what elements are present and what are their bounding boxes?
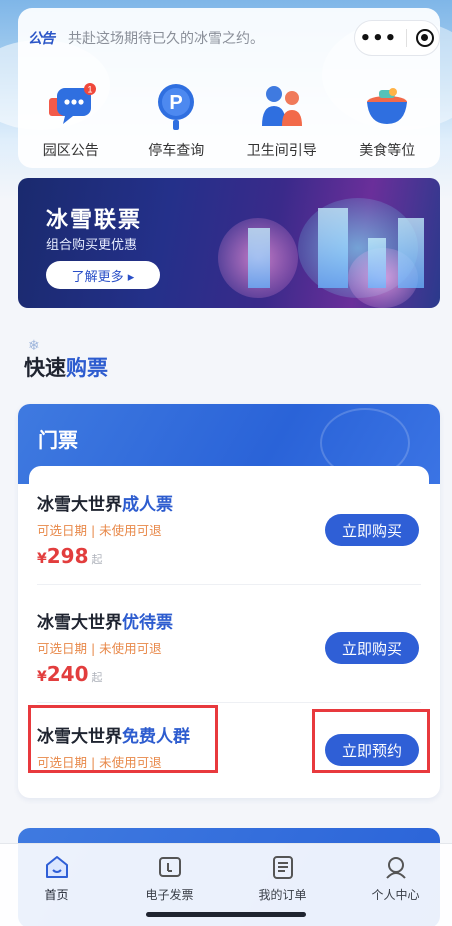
currency-symbol: ¥ [37, 551, 47, 567]
ticket-item-adult[interactable]: 冰雪大世界成人票 可选日期 | 未使用可退 ¥298 起 立即购买 [29, 466, 429, 582]
more-options-icon[interactable]: ••• [360, 28, 398, 49]
banner-title: 冰雪联票 [46, 208, 143, 233]
user-icon [383, 854, 409, 880]
price-suffix: 起 [91, 553, 103, 566]
ticket-name-highlight: 优待票 [122, 613, 173, 633]
price-value: 240 [46, 662, 89, 686]
ticket-card-title: 门票 [38, 428, 78, 452]
ticket-price: ¥298 起 [37, 544, 103, 568]
svg-text:P: P [170, 92, 183, 114]
tab-label: 个人中心 [371, 888, 420, 902]
section-title-part1: 快速 [24, 356, 66, 380]
ice-sculpture [368, 238, 386, 288]
highlight-box-reserve-button [312, 709, 430, 773]
banner-subtitle: 组合购买更优惠 [46, 238, 138, 253]
ticket-name-prefix: 冰雪大世界 [37, 613, 122, 633]
notification-badge: 1 [87, 85, 92, 95]
tab-profile[interactable]: 个人中心 [339, 844, 452, 926]
miniprogram-capsule: ••• [354, 20, 440, 56]
food-bowl-icon [359, 80, 415, 132]
notice-text: 共赴这场期待已久的冰雪之约。 [68, 31, 264, 47]
tab-home[interactable]: 首页 [0, 844, 113, 926]
ticket-name-highlight: 成人票 [122, 495, 173, 515]
price-value: 298 [46, 544, 89, 568]
notice-bar[interactable]: 公告 共赴这场期待已久的冰雪之约。 [28, 28, 264, 48]
ticket-name-prefix: 冰雪大世界 [37, 495, 122, 515]
quick-action-restroom[interactable]: 卫生间引导 [232, 80, 332, 160]
restroom-icon [254, 80, 310, 132]
quick-action-food[interactable]: 美食等位 [337, 80, 437, 160]
invoice-icon [157, 854, 183, 880]
tab-label: 电子发票 [145, 888, 194, 902]
quick-action-announcement[interactable]: 1 园区公告 [21, 80, 121, 160]
notice-tag: 公告 [28, 31, 55, 47]
buy-now-button[interactable]: 立即购买 [325, 514, 419, 546]
home-indicator [146, 912, 306, 917]
combo-ticket-banner[interactable]: 冰雪联票 组合购买更优惠 了解更多 ▸ [18, 178, 440, 308]
quick-action-label: 卫生间引导 [246, 143, 317, 159]
home-icon [44, 854, 70, 880]
top-card: 公告 共赴这场期待已久的冰雪之约。 ••• 1 园区公告 P 停车查询 卫生间引… [18, 8, 440, 168]
price-suffix: 起 [91, 671, 103, 684]
ticket-name: 冰雪大世界优待票 [37, 608, 173, 633]
tab-label: 我的订单 [258, 888, 307, 902]
ticket-conditions: 可选日期 | 未使用可退 [37, 523, 162, 538]
section-title: 快速购票 [24, 352, 108, 382]
quick-action-label: 美食等位 [359, 143, 416, 159]
highlight-box-ticket-name [28, 705, 218, 773]
tab-label: 首页 [44, 888, 69, 902]
ticket-price: ¥240 起 [37, 662, 103, 686]
ticket-item-discount[interactable]: 冰雪大世界优待票 可选日期 | 未使用可退 ¥240 起 立即购买 [29, 584, 429, 700]
close-miniprogram-icon[interactable] [416, 29, 435, 47]
announcement-chat-icon: 1 [43, 80, 99, 132]
quick-action-label: 园区公告 [42, 143, 99, 159]
ice-sculpture [398, 218, 424, 288]
ice-sculpture [248, 228, 270, 288]
buy-now-button[interactable]: 立即购买 [325, 632, 419, 664]
quick-action-label: 停车查询 [148, 143, 205, 159]
ticket-conditions: 可选日期 | 未使用可退 [37, 641, 162, 656]
learn-more-button[interactable]: 了解更多 ▸ [46, 261, 160, 289]
currency-symbol: ¥ [37, 669, 47, 685]
capsule-divider [406, 29, 408, 47]
parking-icon: P [148, 80, 204, 132]
order-list-icon [270, 854, 296, 880]
quick-actions: 1 园区公告 P 停车查询 卫生间引导 美食等位 [18, 80, 440, 160]
ticket-name: 冰雪大世界成人票 [37, 490, 173, 515]
section-title-part2: 购票 [66, 356, 108, 380]
ice-sculpture [318, 208, 348, 288]
quick-action-parking[interactable]: P 停车查询 [126, 80, 226, 160]
